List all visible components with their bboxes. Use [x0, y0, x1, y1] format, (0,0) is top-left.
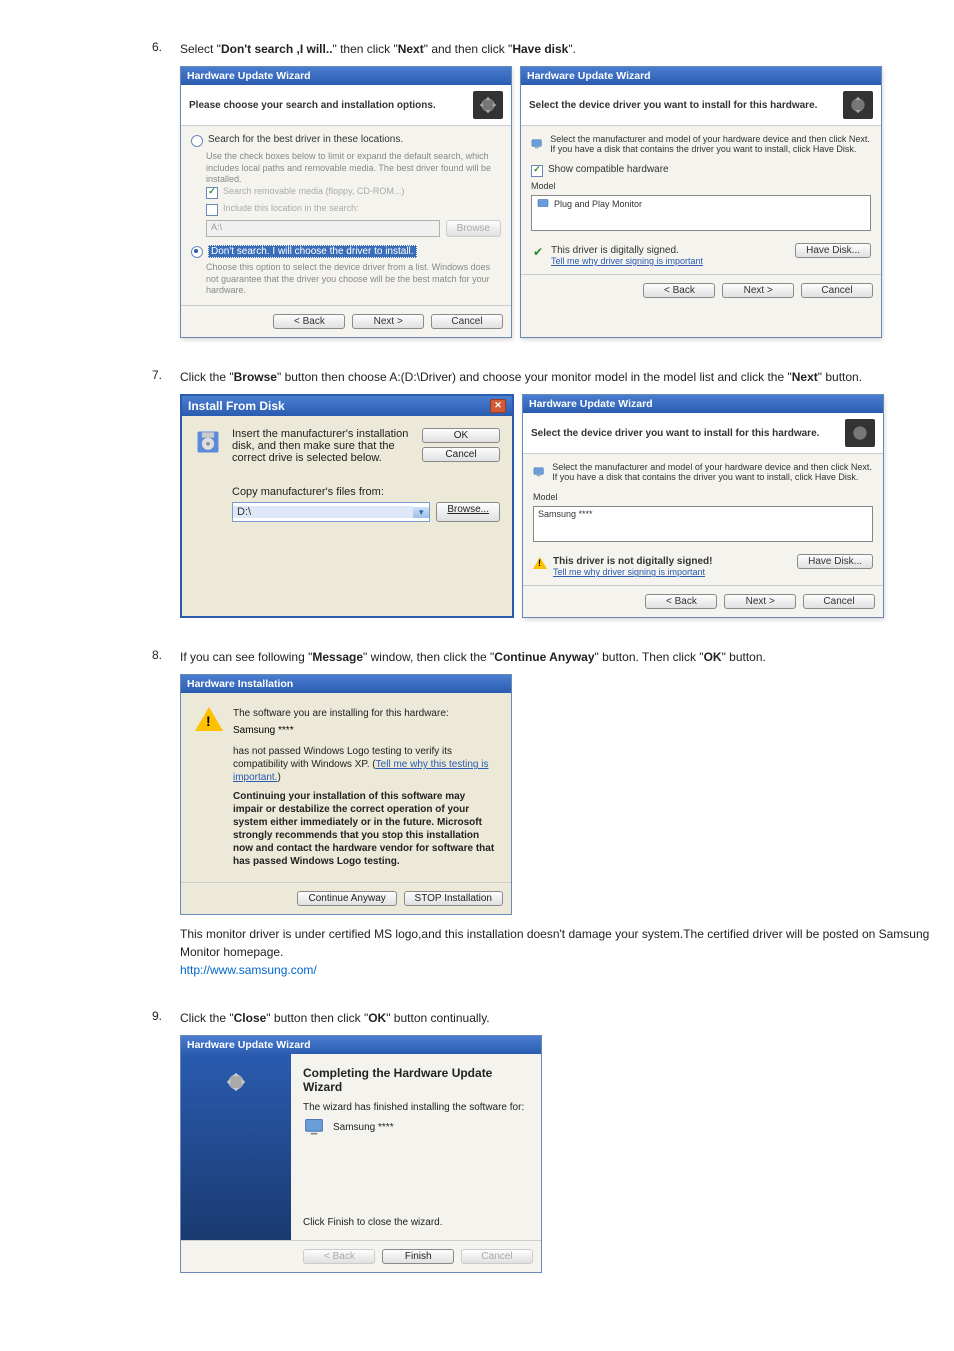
- title-text: Hardware Update Wizard: [187, 70, 311, 82]
- title-text: Hardware Update Wizard: [527, 70, 651, 82]
- step-9: 9. Click the "Close" button then click "…: [180, 1009, 934, 1273]
- next-button[interactable]: Next >: [724, 594, 796, 609]
- chevron-down-icon[interactable]: ▾: [413, 507, 429, 518]
- titlebar[interactable]: Install From Disk ✕: [182, 396, 512, 416]
- back-button[interactable]: < Back: [643, 283, 715, 298]
- install-from-disk-dialog: Install From Disk ✕ Insert the manufactu…: [180, 394, 514, 618]
- monitor-item-icon: [536, 198, 550, 210]
- wizard-complete-dialog: Hardware Update Wizard Completing the Ha…: [180, 1035, 542, 1273]
- back-button[interactable]: < Back: [273, 314, 345, 329]
- browse-button: Browse: [446, 220, 501, 237]
- have-disk-button[interactable]: Have Disk...: [797, 554, 873, 569]
- wizard-search-options-dialog: Hardware Update Wizard Please choose you…: [180, 66, 512, 338]
- step-text: Select "Don't search ,I will.." then cli…: [180, 40, 934, 58]
- titlebar[interactable]: Hardware Update Wizard: [523, 395, 883, 413]
- checkbox-include-location: [206, 204, 218, 216]
- step-number: 8.: [152, 648, 162, 662]
- step-number: 9.: [152, 1009, 162, 1023]
- cancel-button[interactable]: Cancel: [422, 447, 500, 462]
- hardware-icon: [473, 91, 503, 119]
- step-text: If you can see following "Message" windo…: [180, 648, 934, 666]
- have-disk-button[interactable]: Have Disk...: [795, 243, 871, 258]
- complete-heading: Completing the Hardware Update Wizard: [303, 1066, 529, 1094]
- monitor-icon: [533, 462, 544, 482]
- step-8-note: This monitor driver is under certified M…: [180, 925, 934, 979]
- header-text: Select the device driver you want to ins…: [529, 100, 817, 111]
- title-text: Hardware Installation: [187, 678, 293, 690]
- titlebar[interactable]: Hardware Update Wizard: [181, 67, 511, 85]
- checkbox-removable: [206, 187, 218, 199]
- step-8: 8. If you can see following "Message" wi…: [180, 648, 934, 979]
- header-text: Select the device driver you want to ins…: [531, 428, 819, 439]
- ok-button[interactable]: OK: [422, 428, 500, 443]
- wizard-select-driver-dialog: Hardware Update Wizard Select the device…: [520, 66, 882, 338]
- model-list[interactable]: Samsung ****: [533, 506, 873, 542]
- radio-dont-search[interactable]: [191, 246, 203, 258]
- signed-icon: ✔: [531, 245, 545, 259]
- hardware-icon: [845, 419, 875, 447]
- titlebar[interactable]: Hardware Update Wizard: [181, 1036, 541, 1054]
- continue-anyway-button[interactable]: Continue Anyway: [297, 891, 396, 906]
- step-number: 7.: [152, 368, 162, 382]
- disk-icon: [194, 428, 222, 456]
- warning-icon: [533, 556, 547, 570]
- cancel-button[interactable]: Cancel: [431, 314, 503, 329]
- hardware-icon: [843, 91, 873, 119]
- browse-button[interactable]: Browse...: [436, 502, 500, 522]
- next-button[interactable]: Next >: [722, 283, 794, 298]
- step-text: Click the "Close" button then click "OK"…: [180, 1009, 934, 1027]
- next-button[interactable]: Next >: [352, 314, 424, 329]
- titlebar[interactable]: Hardware Update Wizard: [521, 67, 881, 85]
- back-button[interactable]: < Back: [645, 594, 717, 609]
- step-text: Click the "Browse" button then choose A:…: [180, 368, 934, 386]
- signing-link[interactable]: Tell me why driver signing is important: [551, 256, 703, 266]
- monitor-icon: [531, 134, 542, 154]
- path-combo[interactable]: D:\ ▾: [232, 502, 430, 522]
- hardware-installation-warning-dialog: Hardware Installation The software you a…: [180, 674, 512, 915]
- header-text: Please choose your search and installati…: [189, 100, 436, 111]
- monitor-icon: [303, 1117, 325, 1137]
- title-text: Hardware Update Wizard: [529, 398, 653, 410]
- warning-icon: [195, 707, 223, 731]
- checkbox-show-compatible[interactable]: [531, 165, 543, 177]
- path-input: A:\: [206, 220, 440, 237]
- radio-search-best[interactable]: [191, 135, 203, 147]
- cancel-button: Cancel: [461, 1249, 533, 1264]
- finish-button[interactable]: Finish: [382, 1249, 454, 1264]
- wizard-select-driver-dialog-unsigned: Hardware Update Wizard Select the device…: [522, 394, 884, 618]
- step-6: 6. Select "Don't search ,I will.." then …: [180, 40, 934, 338]
- close-icon[interactable]: ✕: [490, 399, 506, 413]
- back-button: < Back: [303, 1249, 375, 1264]
- cancel-button[interactable]: Cancel: [803, 594, 875, 609]
- step-7: 7. Click the "Browse" button then choose…: [180, 368, 934, 618]
- cancel-button[interactable]: Cancel: [801, 283, 873, 298]
- signing-link[interactable]: Tell me why driver signing is important: [553, 567, 712, 577]
- title-text: Hardware Update Wizard: [187, 1039, 311, 1051]
- titlebar[interactable]: Hardware Installation: [181, 675, 511, 693]
- samsung-link[interactable]: http://www.samsung.com/: [180, 963, 317, 977]
- title-text: Install From Disk: [188, 399, 285, 413]
- wizard-banner: [181, 1054, 291, 1240]
- stop-installation-button[interactable]: STOP Installation: [404, 891, 503, 906]
- step-number: 6.: [152, 40, 162, 54]
- model-list[interactable]: Plug and Play Monitor: [531, 195, 871, 231]
